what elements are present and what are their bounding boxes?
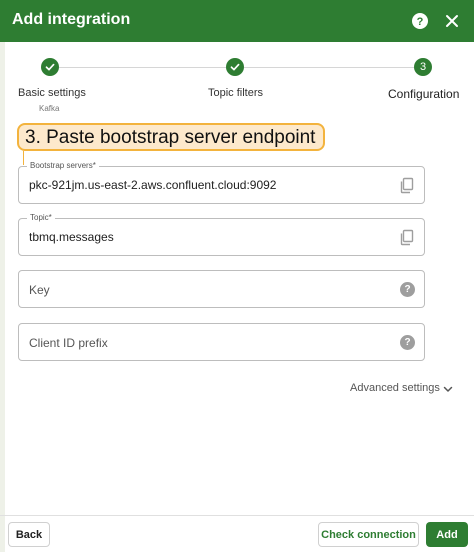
step-2-label[interactable]: Topic filters: [208, 87, 263, 99]
step-1-indicator[interactable]: [41, 58, 59, 76]
check-icon: [45, 63, 55, 71]
back-button[interactable]: Back: [8, 522, 50, 547]
check-connection-button[interactable]: Check connection: [318, 522, 419, 547]
client-id-prefix-placeholder[interactable]: Client ID prefix: [29, 336, 108, 350]
step-1-sublabel: Kafka: [39, 104, 60, 113]
stepper-connector-2: [244, 67, 414, 68]
question-circle-icon[interactable]: ?: [400, 335, 415, 350]
topic-field[interactable]: Topic* tbmq.messages: [18, 213, 425, 256]
key-field[interactable]: Key ?: [18, 270, 425, 308]
add-button[interactable]: Add: [426, 522, 468, 547]
bootstrap-servers-value[interactable]: pkc-921jm.us-east-2.aws.confluent.cloud:…: [29, 178, 276, 192]
background-edge: [0, 42, 5, 552]
add-integration-dialog: Add integration ? 3 Basic settings Kafka…: [0, 0, 474, 552]
dialog-header: Add integration ?: [0, 0, 474, 42]
check-icon: [230, 63, 240, 71]
client-id-prefix-field[interactable]: Client ID prefix ?: [18, 323, 425, 361]
question-circle-icon[interactable]: ?: [400, 282, 415, 297]
advanced-settings-toggle[interactable]: Advanced settings: [350, 382, 440, 394]
key-placeholder[interactable]: Key: [29, 283, 50, 297]
copy-icon[interactable]: [399, 177, 415, 194]
step-2-indicator[interactable]: [226, 58, 244, 76]
close-icon[interactable]: [442, 11, 462, 31]
copy-icon[interactable]: [399, 229, 415, 246]
stepper-connector-1: [59, 67, 226, 68]
step-1-label[interactable]: Basic settings: [18, 87, 86, 99]
instruction-callout: 3. Paste bootstrap server endpoint: [17, 123, 325, 151]
bootstrap-servers-field[interactable]: Bootstrap servers* pkc-921jm.us-east-2.a…: [18, 161, 425, 204]
callout-pointer: [23, 151, 24, 165]
step-3-label[interactable]: Configuration: [388, 87, 459, 101]
topic-label: Topic*: [27, 213, 55, 222]
help-icon[interactable]: ?: [410, 11, 430, 31]
bootstrap-servers-label: Bootstrap servers*: [27, 161, 99, 170]
svg-text:?: ?: [417, 16, 424, 28]
chevron-down-icon[interactable]: [442, 383, 454, 395]
footer-divider: [0, 515, 474, 516]
dialog-title: Add integration: [12, 11, 131, 28]
step-3-indicator[interactable]: 3: [414, 58, 432, 76]
topic-value[interactable]: tbmq.messages: [29, 230, 114, 244]
